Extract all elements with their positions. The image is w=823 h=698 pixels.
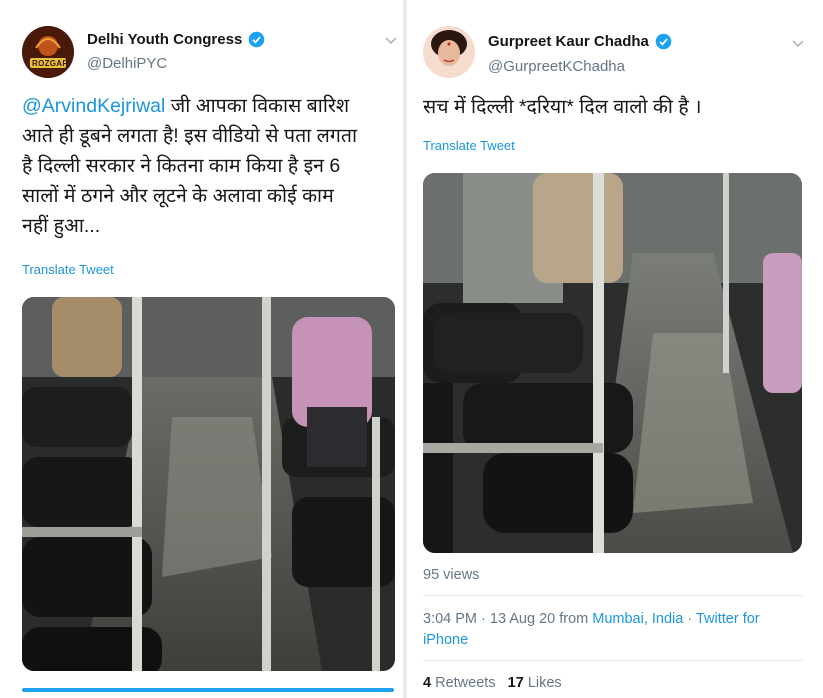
tweet-text: सच में दिल्ली *दरिया* दिल वालो की है । — [423, 96, 702, 118]
progress-bar — [22, 688, 394, 692]
separator: · — [683, 611, 696, 627]
handle[interactable]: @DelhiPYC — [87, 55, 167, 72]
text-line: सालों में ठगने और लूटने के अलावा कोई काम — [22, 185, 334, 207]
retweets-stat[interactable]: 4 Retweets — [423, 675, 496, 691]
left-tweet-panel: ROZGAR Delhi Youth Congress @DelhiPYC @A… — [0, 0, 403, 698]
translate-tweet-link[interactable]: Translate Tweet — [22, 262, 114, 277]
likes-stat[interactable]: 17 Likes — [508, 675, 562, 691]
chevron-down-icon[interactable] — [383, 32, 399, 48]
divider-line — [423, 595, 803, 596]
text-line: है दिल्ली सरकार ने कितना काम किया है इन … — [22, 155, 341, 177]
text-line: आते ही डूबने लगता है! इस वीडियो से पता ल… — [22, 125, 358, 147]
bus-interior-image — [22, 297, 395, 671]
right-tweet-panel: Gurpreet Kaur Chadha @GurpreetKChadha सच… — [407, 0, 823, 698]
engagement-stats: 4 Retweets 17 Likes — [423, 675, 562, 691]
view-count: 95 views — [423, 567, 480, 583]
chevron-down-icon[interactable] — [790, 35, 806, 51]
display-name[interactable]: Delhi Youth Congress — [87, 31, 242, 48]
bus-interior-image — [423, 173, 802, 553]
verified-badge-icon — [249, 31, 265, 48]
name-row: Gurpreet Kaur Chadha — [488, 33, 672, 50]
delhi-pyc-avatar[interactable]: ROZGAR — [22, 26, 74, 78]
avatar-text: ROZGAR — [32, 59, 69, 68]
tweet-text: @ArvindKejriwal जी आपका विकास बारिश आते … — [22, 91, 397, 241]
location-link[interactable]: Mumbai, India — [592, 611, 683, 627]
name-row: Delhi Youth Congress — [87, 31, 265, 48]
translate-tweet-link[interactable]: Translate Tweet — [423, 138, 515, 153]
timestamp[interactable]: 3:04 PM · 13 Aug 20 from — [423, 611, 592, 627]
text-line: नहीं हुआ... — [22, 215, 101, 237]
divider-line — [423, 660, 803, 661]
verified-badge-icon — [655, 33, 672, 50]
timestamp-line: 3:04 PM · 13 Aug 20 from Mumbai, India ·… — [423, 609, 813, 651]
gurpreet-avatar[interactable] — [423, 26, 475, 78]
display-name[interactable]: Gurpreet Kaur Chadha — [488, 33, 649, 50]
client-link-cont[interactable]: iPhone — [423, 632, 468, 648]
client-link[interactable]: Twitter for — [696, 611, 760, 627]
mention-link[interactable]: @ArvindKejriwal — [22, 95, 165, 117]
tweet-video[interactable] — [423, 173, 802, 553]
handle[interactable]: @GurpreetKChadha — [488, 58, 625, 75]
text-line: जी आपका विकास बारिश — [165, 95, 350, 117]
tweet-video[interactable] — [22, 297, 395, 671]
